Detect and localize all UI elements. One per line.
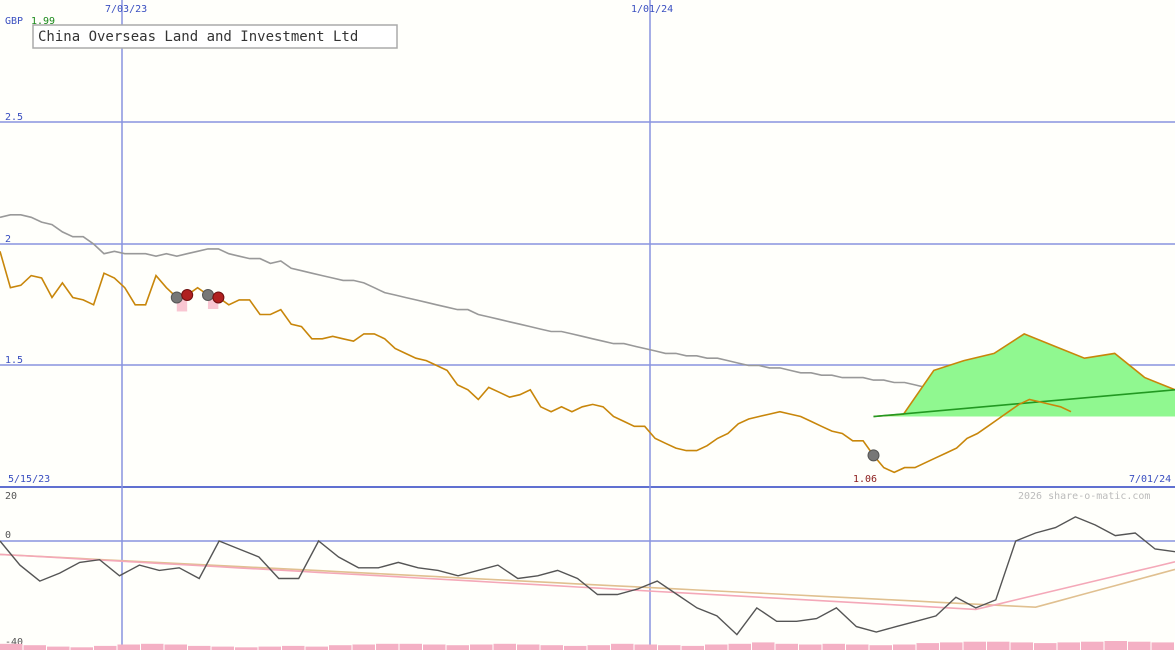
low-value-label: 1.06 xyxy=(853,474,877,485)
y-tick-label: 1.5 xyxy=(5,355,23,366)
volume-bar xyxy=(869,645,892,650)
x-range-start-label: 5/15/23 xyxy=(8,474,50,485)
volume-bar xyxy=(564,645,587,650)
volume-bar xyxy=(893,644,916,650)
volume-bar xyxy=(94,645,117,650)
watermark: 2026 share-o-matic.com xyxy=(1018,491,1150,502)
volume-bar xyxy=(282,645,305,650)
volume-bar xyxy=(634,644,657,650)
volume-bar xyxy=(611,643,634,650)
volume-bar xyxy=(540,645,563,650)
volume-bar xyxy=(728,643,751,650)
volume-bar xyxy=(1128,641,1151,650)
volume-bar xyxy=(940,642,963,650)
volume-bar xyxy=(164,644,187,650)
volume-bar xyxy=(799,644,822,650)
volume-bar xyxy=(188,645,211,650)
volume-bar xyxy=(846,644,869,650)
volume-bar xyxy=(1057,642,1080,650)
volume-bar xyxy=(963,641,986,650)
volume-bar xyxy=(117,644,140,650)
volume-bar xyxy=(1104,641,1127,650)
volume-bar xyxy=(1081,641,1104,650)
chart-title: China Overseas Land and Investment Ltd xyxy=(38,29,358,45)
buy-marker xyxy=(202,289,214,301)
sell-marker xyxy=(212,291,225,304)
x-gridline-label: 1/01/24 xyxy=(631,4,673,15)
volume-bar xyxy=(0,643,23,650)
volume-bar xyxy=(305,646,328,650)
osc-tick-label: 20 xyxy=(5,491,17,502)
x-gridline-label: 7/03/23 xyxy=(105,4,147,15)
chart-background xyxy=(0,0,1175,650)
currency-label: GBP xyxy=(5,16,23,27)
volume-bar xyxy=(211,646,234,650)
volume-bar xyxy=(493,643,516,650)
volume-bar xyxy=(987,641,1010,650)
volume-bar xyxy=(705,644,728,650)
volume-bar xyxy=(47,646,70,650)
stock-chart: GBP 1.99 2.5 2 1.5 7/03/23 1/01/24 5/15/… xyxy=(0,0,1175,650)
volume-bar xyxy=(446,645,469,650)
volume-bar xyxy=(141,643,164,650)
volume-bar xyxy=(258,646,281,650)
buy-marker xyxy=(170,291,183,304)
volume-bar xyxy=(470,644,493,650)
volume-bar xyxy=(587,645,610,650)
volume-bar xyxy=(517,644,540,650)
buy-marker xyxy=(867,449,880,462)
volume-bar xyxy=(23,645,46,650)
volume-bar xyxy=(822,643,845,650)
volume-bar xyxy=(376,643,399,650)
volume-bar xyxy=(658,645,681,650)
volume-bar xyxy=(681,645,704,650)
osc-tick-label: 0 xyxy=(5,530,11,541)
volume-bar xyxy=(752,642,775,650)
volume-bar xyxy=(329,645,352,650)
y-tick-label: 2.5 xyxy=(5,112,23,123)
volume-bar xyxy=(1151,642,1174,650)
volume-bar xyxy=(399,643,422,650)
x-range-end-label: 7/01/24 xyxy=(1129,474,1171,485)
volume-bar xyxy=(916,643,939,650)
volume-bar xyxy=(352,644,375,650)
volume-bar xyxy=(775,643,798,650)
volume-bar xyxy=(1034,643,1057,650)
sell-marker xyxy=(181,289,194,301)
volume-bar xyxy=(1010,642,1033,650)
volume-bar xyxy=(423,644,446,650)
y-tick-label: 2 xyxy=(5,234,11,245)
